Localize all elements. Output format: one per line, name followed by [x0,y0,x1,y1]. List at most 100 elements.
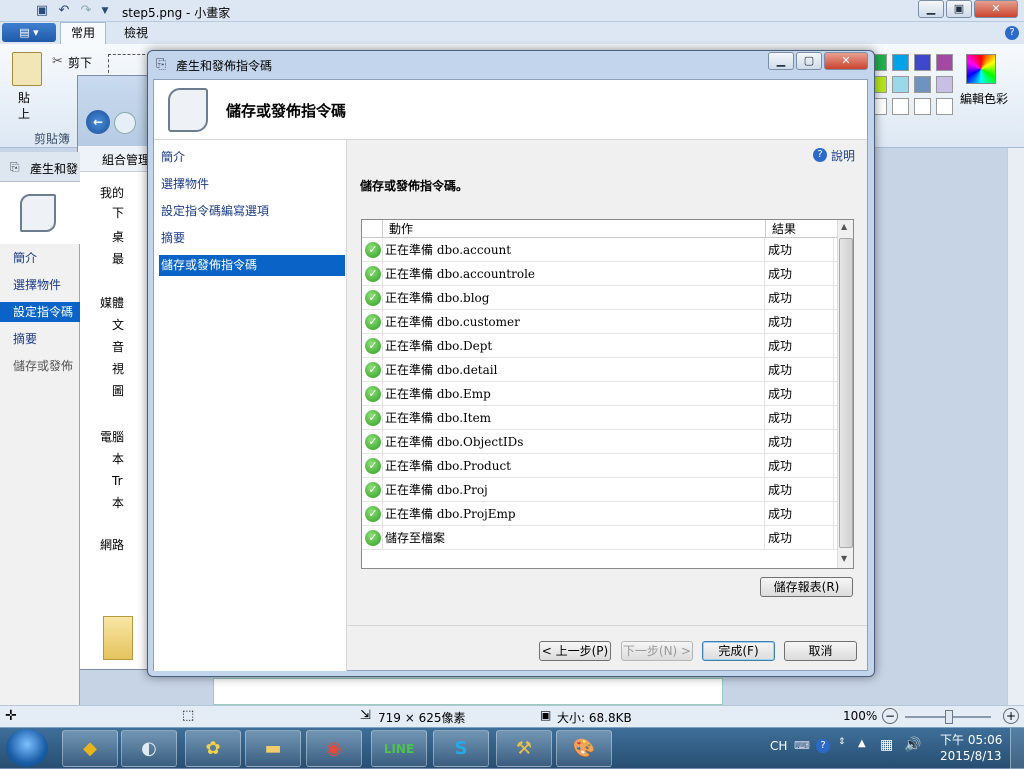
undo-icon[interactable]: ↶ [56,3,72,19]
explorer-nav-item[interactable]: 網路 [100,536,124,554]
edit-colors-button[interactable]: 編輯色彩 [960,90,1008,107]
paste-button-label[interactable]: 貼上 [18,90,38,122]
zoom-slider-thumb[interactable] [945,710,953,724]
cut-button[interactable]: 剪下 [68,54,92,71]
help-icon[interactable]: ? [813,148,827,162]
table-row[interactable]: ✓ 正在準備 dbo.Dept 成功 [362,334,837,358]
back-wizard-nav-item[interactable]: 簡介 [0,248,80,268]
dialog-minimize-button[interactable]: ▁ [768,52,794,70]
taskbar-app-1-icon[interactable]: ◆ [62,730,118,767]
color-swatch[interactable] [892,54,909,71]
scroll-down-icon[interactable]: ▼ [841,554,847,563]
save-report-button[interactable]: 儲存報表(R) [760,577,853,597]
paste-icon[interactable] [12,52,42,86]
taskbar-explorer-icon[interactable]: ▬ [245,730,301,767]
explorer-nav-item[interactable]: 我的 [100,184,124,202]
table-row[interactable]: ✓ 正在準備 dbo.accountrole 成功 [362,262,837,286]
explorer-nav-item[interactable]: 視 [112,360,124,378]
taskbar-app-3-icon[interactable]: ✿ [185,730,241,767]
nav-item-5[interactable]: 儲存或發佈指令碼 [159,255,345,276]
table-row[interactable]: ✓ 正在準備 dbo.Proj 成功 [362,478,837,502]
help-icon[interactable]: ? [816,739,830,753]
ime-options-icon[interactable]: ⇕ [838,737,846,747]
color-swatch[interactable] [892,76,909,93]
previous-button[interactable]: < 上一步(P) [539,641,611,661]
explorer-nav-item[interactable]: 媒體 [100,294,124,312]
explorer-nav-item[interactable]: 電腦 [100,428,124,446]
table-row[interactable]: ✓ 正在準備 dbo.customer 成功 [362,310,837,334]
show-desktop-button[interactable] [1010,728,1024,769]
paint-menu-button[interactable]: ▤ ▾ [2,23,56,42]
taskbar-chrome-icon[interactable]: ◉ [306,730,362,767]
color-swatch[interactable] [936,76,953,93]
paint-maximize-button[interactable]: ▣ [946,0,972,18]
help-link[interactable]: 說明 [831,147,855,164]
redo-icon[interactable]: ↷ [78,3,94,19]
show-hidden-icons[interactable]: ▲ [858,738,866,749]
taskbar-sql-icon[interactable]: ◐ [121,730,177,767]
empty-color-swatch[interactable] [936,98,953,115]
zoom-in-button[interactable]: + [1003,708,1019,724]
table-row[interactable]: ✓ 正在準備 dbo.ProjEmp 成功 [362,502,837,526]
clock-date[interactable]: 2015/8/13 [940,749,1002,763]
organize-button[interactable]: 組合管理 [102,151,149,168]
explorer-nav-item[interactable]: 本 [112,450,124,468]
column-header-result[interactable]: 結果 [766,220,836,238]
table-row[interactable]: ✓ 儲存至檔案 成功 [362,526,837,550]
explorer-nav-item[interactable]: 文 [112,316,124,334]
nav-item-2[interactable]: 選擇物件 [159,174,345,195]
taskbar-paint-icon[interactable]: 🎨 [556,730,612,767]
grid-scrollbar[interactable]: ▲ ▼ [837,220,853,568]
table-row[interactable]: ✓ 正在準備 dbo.ObjectIDs 成功 [362,430,837,454]
finish-button[interactable]: 完成(F) [702,641,775,661]
nav-item-3[interactable]: 設定指令碼編寫選項 [159,201,345,222]
explorer-nav-item[interactable]: 桌 [112,228,124,246]
back-icon[interactable]: ← [86,110,110,134]
empty-color-swatch[interactable] [892,98,909,115]
network-icon[interactable]: ▦ [880,737,893,753]
back-wizard-nav-item[interactable]: 設定指令碼 [0,302,80,322]
table-row[interactable]: ✓ 正在準備 dbo.Item 成功 [362,406,837,430]
keyboard-icon[interactable]: ⌨ [794,739,810,752]
explorer-nav-item[interactable]: 最 [112,250,124,268]
explorer-nav-item[interactable]: 圖 [112,382,124,400]
taskbar-skype-icon[interactable]: S [433,730,489,767]
clock-time[interactable]: 下午 05:06 [940,731,1002,748]
back-wizard-nav-item[interactable]: 選擇物件 [0,275,80,295]
volume-icon[interactable]: 🔊 [904,737,921,753]
dialog-close-button[interactable]: ✕ [824,52,868,70]
paint-close-button[interactable]: ✕ [974,0,1018,18]
taskbar-tools-icon[interactable]: ⚒ [496,730,552,767]
back-wizard-nav-item[interactable]: 摘要 [0,329,80,349]
explorer-nav-item[interactable]: 本 [112,494,124,512]
quick-access-dropdown-icon[interactable]: ▼ [97,3,113,19]
table-row[interactable]: ✓ 正在準備 dbo.detail 成功 [362,358,837,382]
table-row[interactable]: ✓ 正在準備 dbo.blog 成功 [362,286,837,310]
save-icon[interactable]: ▣ [34,3,50,19]
nav-item-4[interactable]: 摘要 [159,228,345,249]
dialog-maximize-button[interactable]: ▢ [796,52,822,70]
tab-home[interactable]: 常用 [60,22,106,44]
nav-item-1[interactable]: 簡介 [159,147,345,168]
color-swatch[interactable] [914,76,931,93]
cut-icon[interactable]: ✂ [52,54,63,69]
paint-vertical-scrollbar[interactable] [1007,148,1024,705]
empty-color-swatch[interactable] [914,98,931,115]
table-row[interactable]: ✓ 正在準備 dbo.account 成功 [362,238,837,262]
input-language[interactable]: CH [770,739,787,753]
paint-minimize-button[interactable]: ▁ [918,0,944,18]
scroll-thumb[interactable] [839,238,853,548]
edit-colors-icon[interactable] [966,54,996,84]
back-wizard-nav-item[interactable]: 儲存或發佈 [0,356,80,376]
explorer-nav-item[interactable]: 下 [112,204,124,222]
cancel-button[interactable]: 取消 [784,641,857,661]
tab-view[interactable]: 檢視 [114,22,158,44]
table-row[interactable]: ✓ 正在準備 dbo.Emp 成功 [362,382,837,406]
next-button[interactable]: 下一步(N) > [621,641,693,661]
forward-icon[interactable] [114,112,136,134]
start-button[interactable] [6,729,48,767]
paint-canvas[interactable] [213,678,723,705]
help-icon[interactable]: ? [1005,26,1019,40]
column-header-action[interactable]: 動作 [382,220,766,238]
zoom-out-button[interactable]: − [882,708,898,724]
